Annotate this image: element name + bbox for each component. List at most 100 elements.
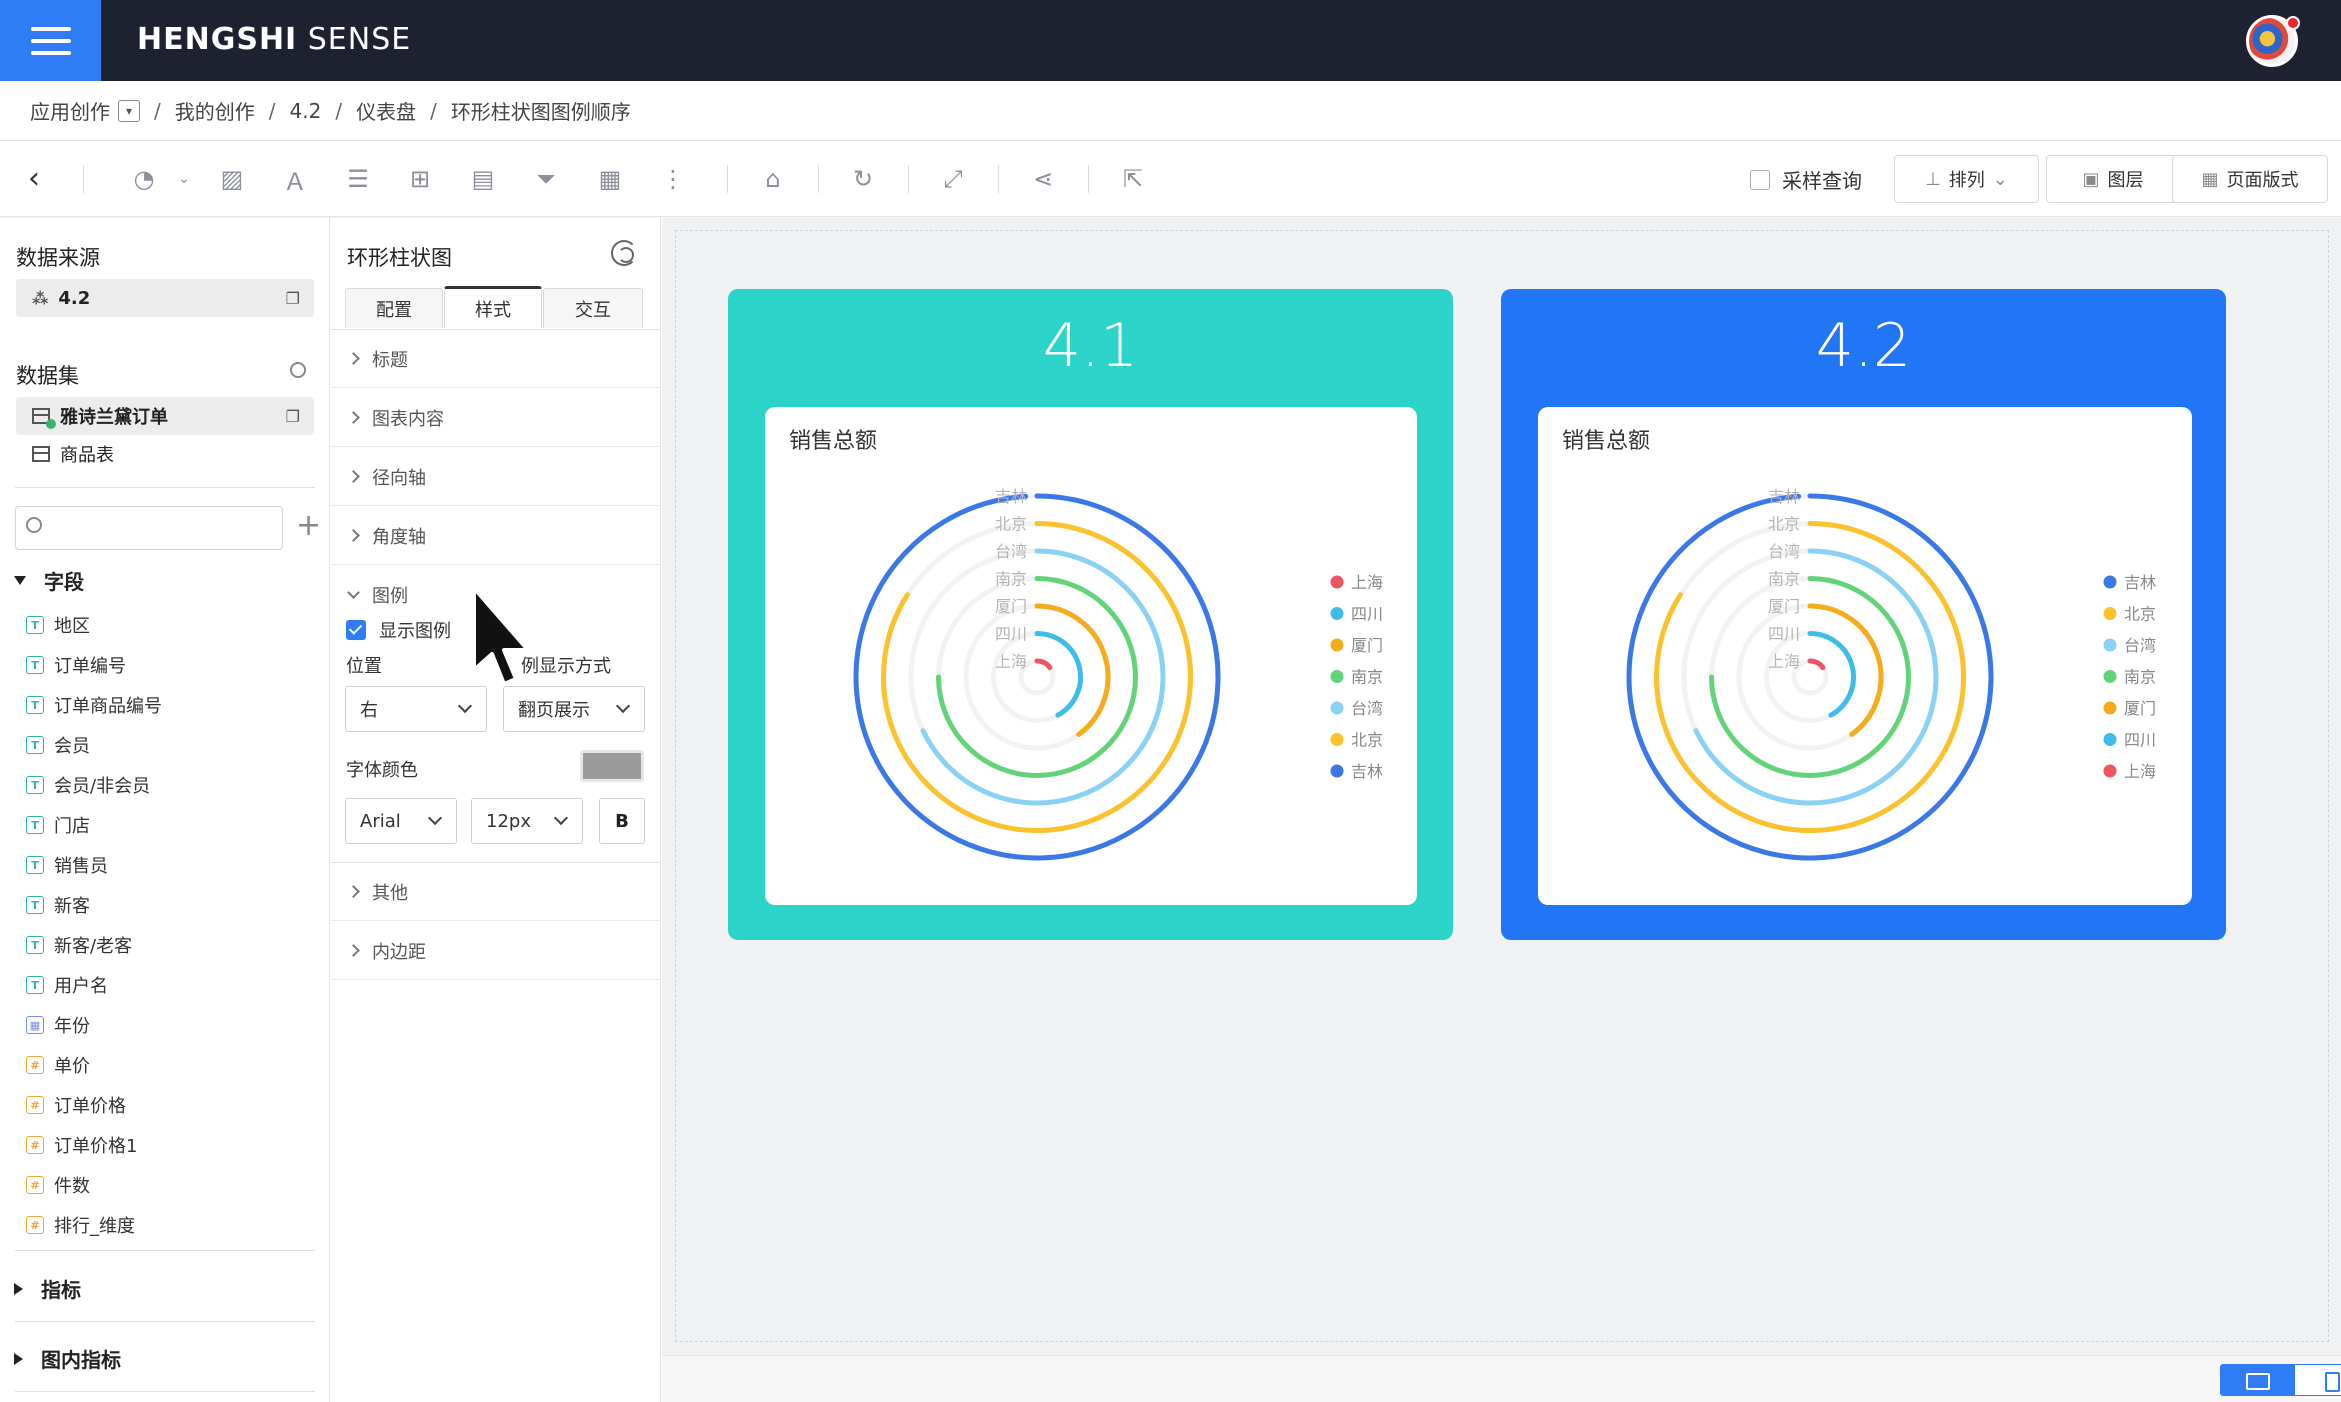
field-item[interactable]: # 订单价格: [26, 1092, 126, 1118]
more-icon[interactable]: ⋮: [657, 163, 689, 195]
chart-container[interactable]: 销售总额 吉林 北京 台湾 南京 厦门 四川 上海 上海 四川 厦门 南京 台湾 北京 吉林: [765, 407, 1417, 905]
presentation-icon[interactable]: ⌂: [757, 163, 789, 195]
breadcrumb-item[interactable]: 4.2: [290, 99, 322, 123]
field-item[interactable]: T 新客: [26, 892, 90, 918]
desktop-view-button[interactable]: [2220, 1364, 2294, 1396]
field-item[interactable]: T 会员: [26, 732, 90, 758]
tab-style[interactable]: 样式: [444, 286, 542, 328]
font-family-select[interactable]: Arial: [345, 798, 457, 844]
notification-dot: [2286, 16, 2300, 30]
field-item[interactable]: # 单价: [26, 1052, 90, 1078]
layers-button[interactable]: ▣ 图层: [2046, 155, 2180, 203]
inner-metrics-section-header[interactable]: 图内指标: [14, 1344, 121, 1373]
radial-chart-icon[interactable]: [611, 240, 637, 266]
field-name: 新客: [54, 896, 90, 917]
field-item[interactable]: # 件数: [26, 1172, 90, 1198]
field-item[interactable]: T 订单商品编号: [26, 692, 162, 718]
breadcrumb-item[interactable]: 仪表盘: [356, 96, 416, 125]
back-icon[interactable]: ‹: [28, 161, 40, 196]
field-item[interactable]: T 门店: [26, 812, 90, 838]
arrange-icon: ⊥: [1925, 168, 1941, 190]
copy-icon[interactable]: ❐: [286, 407, 300, 426]
chart-add-icon[interactable]: ◔: [128, 163, 160, 195]
chevron-down-icon[interactable]: ⌄: [168, 163, 200, 195]
text-field-icon: T: [26, 656, 44, 674]
field-item[interactable]: T 地区: [26, 612, 90, 638]
field-item[interactable]: T 订单编号: [26, 652, 126, 678]
table-icon[interactable]: ▦: [594, 163, 626, 195]
legend-dot: [2103, 575, 2117, 589]
filter-add-icon[interactable]: ⏷: [530, 163, 562, 195]
search-icon[interactable]: [290, 362, 306, 378]
field-item[interactable]: T 会员/非会员: [26, 772, 150, 798]
ring-label: 上海: [1768, 652, 1800, 671]
tab-interaction[interactable]: 交互: [543, 288, 643, 328]
field-search-input[interactable]: [52, 513, 272, 543]
breadcrumb-item[interactable]: 应用创作: [30, 96, 110, 125]
legend-label: 四川: [1351, 605, 1383, 624]
rich-text-icon[interactable]: ☰: [342, 163, 374, 195]
ring-bar: [1034, 631, 1083, 718]
search-icon: [26, 517, 42, 533]
field-name: 年份: [54, 1016, 90, 1037]
section-other[interactable]: 其他: [331, 863, 661, 921]
legend-dot: [1330, 733, 1344, 746]
refresh-icon[interactable]: ↻: [847, 163, 879, 195]
show-legend-checkbox[interactable]: [346, 620, 366, 640]
share-icon[interactable]: ⋖: [1027, 163, 1059, 195]
section-chart-content[interactable]: 图表内容: [331, 389, 661, 447]
field-search-box: [15, 506, 283, 550]
section-radial-axis[interactable]: 径向轴: [331, 448, 661, 506]
bold-button[interactable]: B: [599, 798, 645, 844]
legend-dot: [1330, 764, 1344, 778]
field-item[interactable]: T 用户名: [26, 972, 108, 998]
section-title[interactable]: 标题: [331, 330, 661, 388]
fields-section-header[interactable]: 字段: [14, 566, 84, 595]
radial-bar-chart[interactable]: 吉林北京台湾南京厦门四川上海上海四川厦门南京台湾北京吉林: [765, 407, 1417, 905]
image-icon[interactable]: ▨: [216, 163, 248, 195]
chevron-down-icon[interactable]: ▾: [118, 99, 140, 122]
sample-query-checkbox[interactable]: 采样查询: [1750, 165, 1862, 194]
component-add-icon[interactable]: ⊞: [404, 163, 436, 195]
dataset-item[interactable]: 商品表: [16, 435, 314, 473]
ring-label: 厦门: [995, 597, 1027, 616]
legend-position-select[interactable]: 右: [345, 686, 487, 732]
font-color-swatch[interactable]: [580, 750, 644, 782]
add-icon[interactable]: +: [296, 508, 321, 543]
chart-type-title: 环形柱状图: [347, 246, 452, 270]
metrics-section-header[interactable]: 指标: [14, 1274, 81, 1303]
copy-icon[interactable]: ❐: [286, 289, 300, 308]
fullscreen-icon[interactable]: ⤢: [937, 163, 969, 195]
field-item[interactable]: ▦ 年份: [26, 1012, 90, 1038]
mobile-view-button[interactable]: [2294, 1364, 2341, 1396]
font-size-select[interactable]: 12px: [471, 798, 583, 844]
hamburger-icon: [30, 38, 71, 43]
chevron-right-icon: [347, 944, 360, 957]
text-icon[interactable]: Ａ: [279, 163, 311, 196]
page-layout-button[interactable]: ▦ 页面版式: [2172, 155, 2328, 203]
number-field-icon: #: [26, 1096, 44, 1114]
dashboard-card[interactable]: 4.1 销售总额 吉林 北京 台湾 南京 厦门 四川 上海 上海 四川 厦门 南京 台湾 北京 吉林: [728, 289, 1453, 940]
checkbox[interactable]: [1750, 169, 1770, 190]
field-item[interactable]: # 排行_维度: [26, 1212, 135, 1238]
arrange-button[interactable]: ⊥ 排列 ⌄: [1894, 155, 2039, 203]
field-item[interactable]: T 新客/老客: [26, 932, 132, 958]
section-padding[interactable]: 内边距: [331, 922, 661, 980]
export-icon[interactable]: ⇱: [1117, 163, 1149, 195]
chart-container[interactable]: 销售总额 吉林 北京 台湾 南京 厦门 四川 上海 吉林 北京 台湾 南京 厦门 四川 上海: [1538, 407, 2192, 905]
tab-config[interactable]: 配置: [345, 288, 443, 328]
field-item[interactable]: T 销售员: [26, 852, 108, 878]
dataset-item[interactable]: 雅诗兰黛订单 ❐: [16, 397, 314, 435]
field-name: 门店: [54, 816, 90, 837]
dashboard-card[interactable]: 4.2 销售总额 吉林 北京 台湾 南京 厦门 四川 上海 吉林 北京 台湾 南京 厦门 四川 上海: [1501, 289, 2226, 940]
ring-label: 北京: [995, 515, 1027, 534]
section-angle-axis[interactable]: 角度轴: [331, 507, 661, 565]
list-add-icon[interactable]: ▤: [467, 163, 499, 195]
datasource-item[interactable]: ⁂ 4.2 ❐: [16, 279, 314, 317]
radial-bar-chart[interactable]: 吉林北京台湾南京厦门四川上海吉林北京台湾南京厦门四川上海: [1538, 407, 2192, 905]
breadcrumb-item[interactable]: 我的创作: [175, 96, 255, 125]
menu-button[interactable]: [0, 0, 101, 81]
legend-dot: [2103, 733, 2117, 746]
field-item[interactable]: # 订单价格1: [26, 1132, 137, 1158]
chevron-right-icon: [347, 885, 360, 898]
